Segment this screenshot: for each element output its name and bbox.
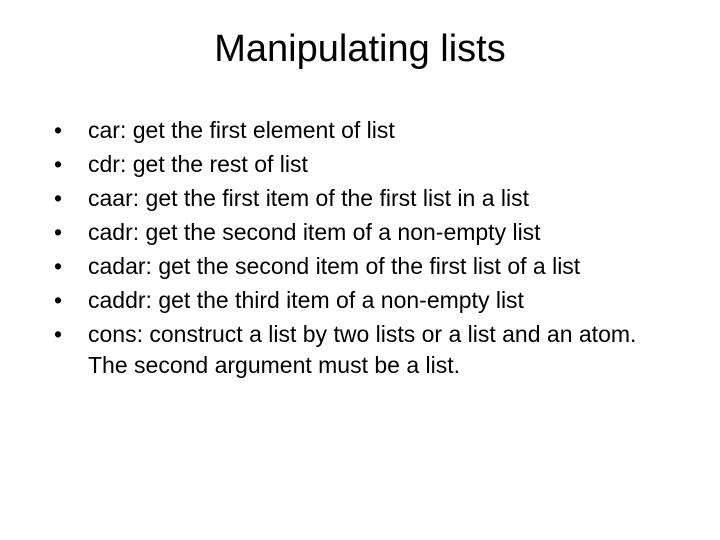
bullet-list: car: get the first element of list cdr: … (40, 115, 680, 381)
list-item: cdr: get the rest of list (54, 149, 680, 180)
desc: : construct a list by two lists or a lis… (88, 321, 636, 378)
term: caddr (88, 287, 146, 313)
list-item: cadar: get the second item of the first … (54, 251, 680, 282)
slide-title: Manipulating lists (40, 28, 680, 71)
term: caar (88, 185, 133, 211)
slide: Manipulating lists car: get the first el… (0, 0, 720, 540)
term: cons (88, 321, 137, 347)
term: car (88, 117, 120, 143)
desc: : get the first item of the first list i… (133, 185, 529, 211)
desc: : get the rest of list (120, 151, 308, 177)
list-item: caddr: get the third item of a non-empty… (54, 285, 680, 316)
desc: : get the second item of the first list … (146, 253, 581, 279)
desc: : get the first element of list (120, 117, 395, 143)
list-item: car: get the first element of list (54, 115, 680, 146)
list-item: caar: get the first item of the first li… (54, 183, 680, 214)
term: cadr (88, 219, 133, 245)
list-item: cadr: get the second item of a non-empty… (54, 217, 680, 248)
term: cadar (88, 253, 146, 279)
term: cdr (88, 151, 120, 177)
desc: : get the second item of a non-empty lis… (133, 219, 541, 245)
desc: : get the third item of a non-empty list (146, 287, 524, 313)
list-item: cons: construct a list by two lists or a… (54, 319, 680, 381)
